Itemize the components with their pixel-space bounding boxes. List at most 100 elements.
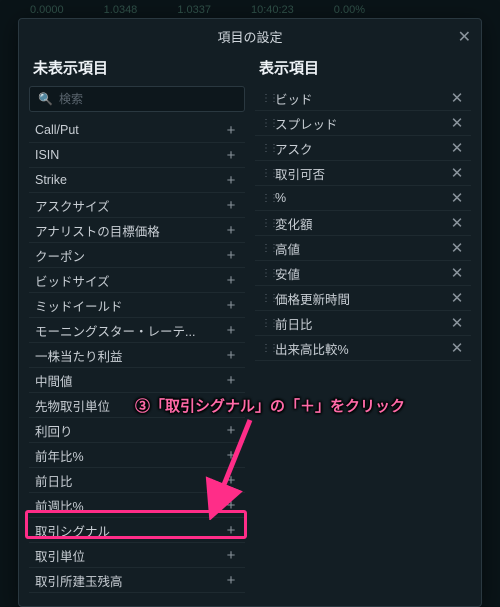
item-label: Call/Put [35, 123, 221, 137]
drag-handle-icon[interactable]: ⋮⋮ [261, 268, 275, 279]
item-label: ミッドイールド [35, 296, 221, 315]
item-label: 中間値 [35, 371, 221, 390]
add-icon[interactable]: + [221, 472, 241, 489]
list-item[interactable]: アスクサイズ+ [29, 193, 245, 218]
list-item[interactable]: Call/Put+ [29, 118, 245, 143]
list-item[interactable]: ⋮⋮安値✕ [255, 261, 471, 286]
item-label: モーニングスター・レーテ... [35, 321, 221, 340]
list-item[interactable]: 中間値+ [29, 368, 245, 393]
visible-columns-list: ⋮⋮ビッド✕⋮⋮スプレッド✕⋮⋮アスク✕⋮⋮取引可否✕⋮⋮%✕⋮⋮変化額✕⋮⋮高… [255, 86, 471, 596]
drag-handle-icon[interactable]: ⋮⋮ [261, 218, 275, 229]
add-icon[interactable]: + [221, 172, 241, 189]
drag-handle-icon[interactable]: ⋮⋮ [261, 318, 275, 329]
item-label: 取引単位 [35, 546, 221, 565]
add-icon[interactable]: + [221, 347, 241, 364]
close-icon[interactable]: ✕ [458, 27, 471, 47]
list-item[interactable]: 前年比%+ [29, 443, 245, 468]
list-item[interactable]: 前週比%+ [29, 493, 245, 518]
list-item[interactable]: ⋮⋮ビッド✕ [255, 86, 471, 111]
drag-handle-icon[interactable]: ⋮⋮ [261, 168, 275, 179]
modal-header: 項目の設定 ✕ [19, 19, 481, 53]
add-icon[interactable]: + [221, 197, 241, 214]
add-icon[interactable]: + [221, 447, 241, 464]
drag-handle-icon[interactable]: ⋮⋮ [261, 193, 275, 204]
remove-icon[interactable]: ✕ [447, 139, 467, 157]
remove-icon[interactable]: ✕ [447, 314, 467, 332]
list-item[interactable]: クーポン+ [29, 243, 245, 268]
item-label: アスクサイズ [35, 196, 221, 215]
list-item[interactable]: ⋮⋮スプレッド✕ [255, 111, 471, 136]
list-item[interactable]: 前日比+ [29, 468, 245, 493]
list-item[interactable]: ⋮⋮価格更新時間✕ [255, 286, 471, 311]
remove-icon[interactable]: ✕ [447, 89, 467, 107]
drag-handle-icon[interactable]: ⋮⋮ [261, 293, 275, 304]
add-icon[interactable]: + [221, 522, 241, 539]
search-input-wrapper[interactable]: 🔍 [29, 86, 245, 112]
remove-icon[interactable]: ✕ [447, 164, 467, 182]
add-icon[interactable]: + [221, 572, 241, 589]
drag-handle-icon[interactable]: ⋮⋮ [261, 243, 275, 254]
list-item[interactable]: ⋮⋮出来高比較%✕ [255, 336, 471, 361]
item-label: スプレッド [275, 114, 447, 133]
search-icon: 🔍 [38, 92, 53, 106]
list-item[interactable]: ⋮⋮アスク✕ [255, 136, 471, 161]
list-item[interactable]: ISIN+ [29, 143, 245, 168]
remove-icon[interactable]: ✕ [447, 289, 467, 307]
list-item[interactable]: ⋮⋮高値✕ [255, 236, 471, 261]
list-item[interactable]: アナリストの目標価格+ [29, 218, 245, 243]
list-item[interactable]: ⋮⋮前日比✕ [255, 311, 471, 336]
add-icon[interactable]: + [221, 422, 241, 439]
list-item[interactable]: ビッドサイズ+ [29, 268, 245, 293]
item-label: 前年比% [35, 446, 221, 465]
visible-columns-panel: 表示項目 ⋮⋮ビッド✕⋮⋮スプレッド✕⋮⋮アスク✕⋮⋮取引可否✕⋮⋮%✕⋮⋮変化… [255, 53, 471, 596]
list-item[interactable]: 取引単位+ [29, 543, 245, 568]
remove-icon[interactable]: ✕ [447, 114, 467, 132]
add-icon[interactable]: + [221, 147, 241, 164]
item-label: 価格更新時間 [275, 289, 447, 308]
add-icon[interactable]: + [221, 247, 241, 264]
remove-icon[interactable]: ✕ [447, 239, 467, 257]
drag-handle-icon[interactable]: ⋮⋮ [261, 93, 275, 104]
hidden-columns-title: 未表示項目 [29, 53, 245, 86]
remove-icon[interactable]: ✕ [447, 339, 467, 357]
item-label: アスク [275, 139, 447, 158]
item-label: 高値 [275, 239, 447, 258]
add-icon[interactable]: + [221, 497, 241, 514]
drag-handle-icon[interactable]: ⋮⋮ [261, 143, 275, 154]
add-icon[interactable]: + [221, 222, 241, 239]
remove-icon[interactable]: ✕ [447, 214, 467, 232]
search-input[interactable] [59, 92, 236, 106]
list-item[interactable]: 一株当たり利益+ [29, 343, 245, 368]
drag-handle-icon[interactable]: ⋮⋮ [261, 343, 275, 354]
list-item[interactable]: Strike+ [29, 168, 245, 193]
list-item[interactable]: ⋮⋮%✕ [255, 186, 471, 211]
item-label: 出来高比較% [275, 339, 447, 358]
item-label: 安値 [275, 264, 447, 283]
list-item[interactable]: 取引所建玉残高+ [29, 568, 245, 593]
item-label: 利回り [35, 421, 221, 440]
item-label: 取引可否 [275, 164, 447, 183]
modal-title: 項目の設定 [217, 27, 282, 46]
add-icon[interactable]: + [221, 297, 241, 314]
remove-icon[interactable]: ✕ [447, 189, 467, 207]
list-item[interactable]: 取引シグナル+ [29, 518, 245, 543]
visible-columns-title: 表示項目 [255, 53, 471, 86]
add-icon[interactable]: + [221, 322, 241, 339]
item-label: 前日比 [275, 314, 447, 333]
item-label: 取引シグナル [35, 521, 221, 540]
drag-handle-icon[interactable]: ⋮⋮ [261, 118, 275, 129]
list-item[interactable]: 利回り+ [29, 418, 245, 443]
list-item[interactable]: ミッドイールド+ [29, 293, 245, 318]
add-icon[interactable]: + [221, 272, 241, 289]
item-label: Strike [35, 173, 221, 187]
add-icon[interactable]: + [221, 372, 241, 389]
add-icon[interactable]: + [221, 122, 241, 139]
list-item[interactable]: モーニングスター・レーテ...+ [29, 318, 245, 343]
add-icon[interactable]: + [221, 547, 241, 564]
list-item[interactable]: ⋮⋮取引可否✕ [255, 161, 471, 186]
list-item[interactable]: ⋮⋮変化額✕ [255, 211, 471, 236]
remove-icon[interactable]: ✕ [447, 264, 467, 282]
add-icon[interactable]: + [221, 397, 241, 414]
list-item[interactable]: 先物取引単位+ [29, 393, 245, 418]
item-label: クーポン [35, 246, 221, 265]
